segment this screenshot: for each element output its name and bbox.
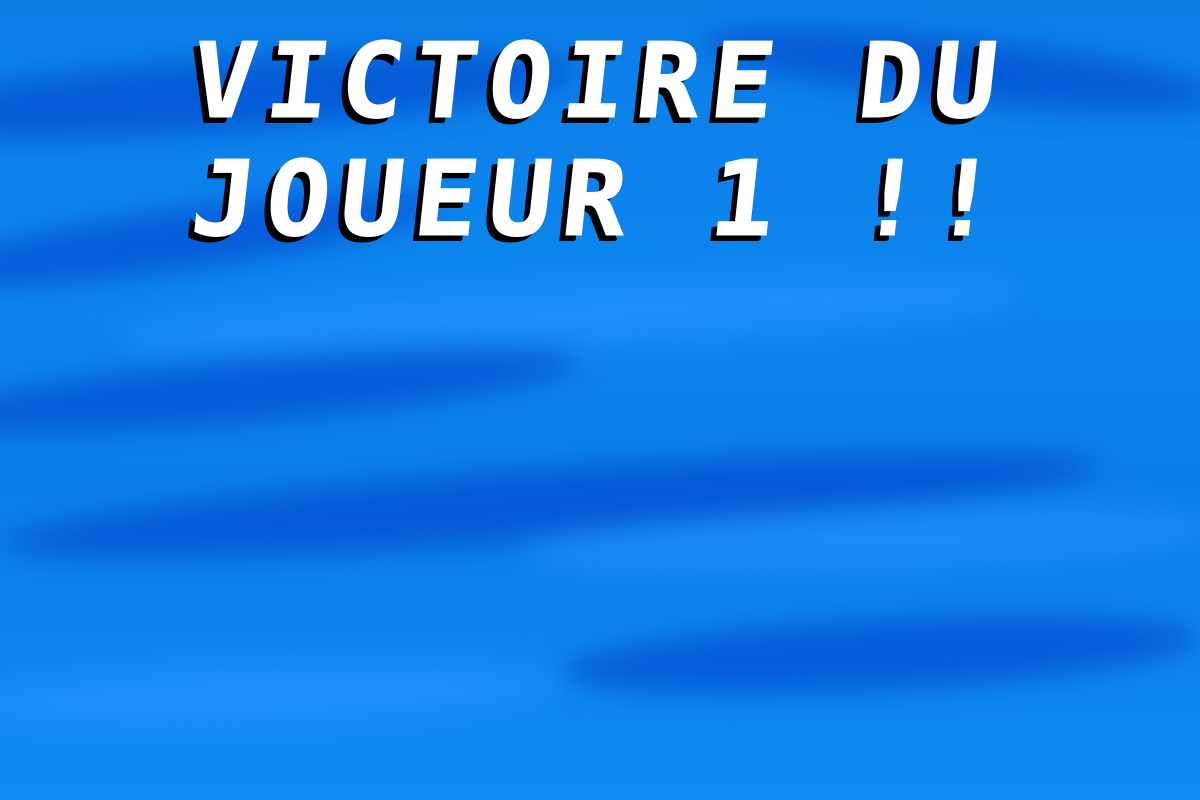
victory-title: VICTOIRE DU JOUEUR 1 !! xyxy=(0,19,1200,260)
victory-title-line-1: VICTOIRE DU xyxy=(186,19,1015,142)
victory-title-line-2: JOUEUR 1 !! xyxy=(186,137,1015,260)
